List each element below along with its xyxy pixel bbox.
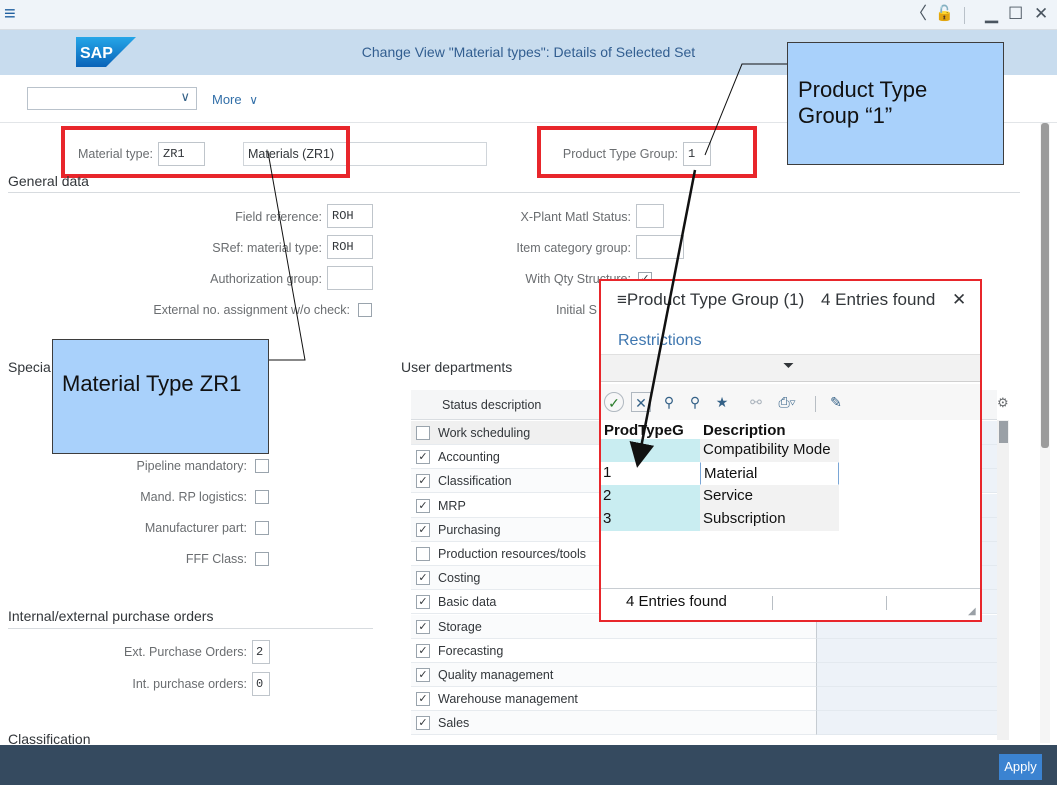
callout-leader-line (267, 151, 306, 361)
callout-leader-line (704, 63, 787, 156)
annotation-arrows (267, 63, 787, 468)
footer-bar (0, 745, 1057, 785)
apply-button[interactable]: Apply (999, 754, 1042, 780)
arrow-to-entry-1 (629, 169, 697, 468)
